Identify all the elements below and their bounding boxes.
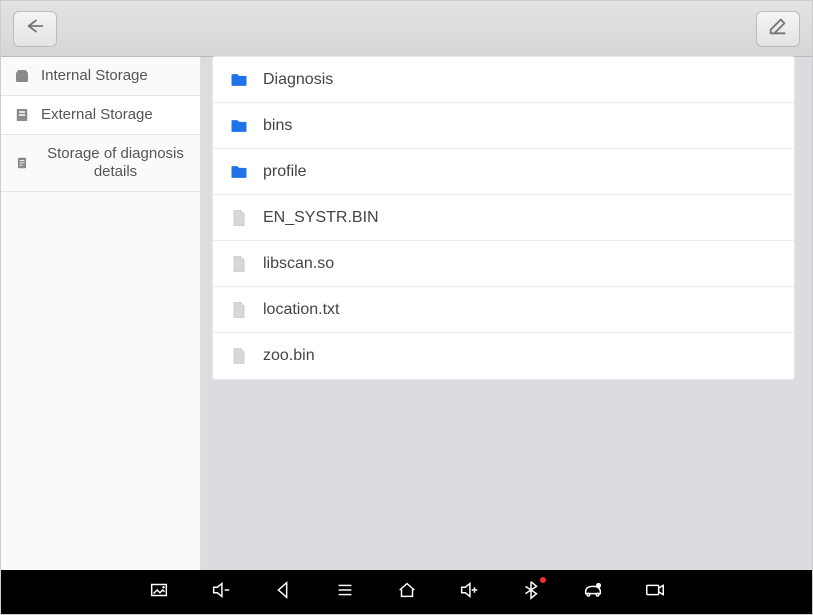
volume-up-button[interactable] bbox=[455, 578, 483, 606]
sidebar: Internal Storage External Storage Storag… bbox=[1, 57, 201, 570]
screenshot-icon bbox=[148, 579, 170, 606]
back-button[interactable] bbox=[13, 11, 57, 47]
file-name: location.txt bbox=[263, 301, 339, 319]
list-item-file[interactable]: EN_SYSTR.BIN bbox=[213, 195, 794, 241]
record-button[interactable] bbox=[641, 578, 669, 606]
list-item-file[interactable]: libscan.so bbox=[213, 241, 794, 287]
home-icon bbox=[396, 579, 418, 606]
list-item-folder[interactable]: profile bbox=[213, 149, 794, 195]
folder-icon bbox=[229, 116, 249, 136]
diagnostics-icon bbox=[582, 579, 604, 606]
sidebar-item-internal-storage[interactable]: Internal Storage bbox=[1, 57, 200, 96]
back-nav-button[interactable] bbox=[269, 578, 297, 606]
volume-down-button[interactable] bbox=[207, 578, 235, 606]
topbar bbox=[1, 1, 812, 57]
app-root: Internal Storage External Storage Storag… bbox=[0, 0, 813, 615]
list-item-file[interactable]: location.txt bbox=[213, 287, 794, 333]
file-name: Diagnosis bbox=[263, 71, 333, 89]
bluetooth-icon bbox=[520, 579, 542, 606]
file-icon bbox=[229, 254, 249, 274]
bottombar bbox=[1, 570, 812, 614]
file-name: bins bbox=[263, 117, 292, 135]
home-button[interactable] bbox=[393, 578, 421, 606]
body: Internal Storage External Storage Storag… bbox=[1, 57, 812, 570]
file-name: EN_SYSTR.BIN bbox=[263, 209, 379, 227]
volume-up-icon bbox=[458, 579, 480, 606]
record-icon bbox=[644, 579, 666, 606]
edit-icon bbox=[767, 15, 789, 42]
sidebar-item-label: Storage of diagnosis details bbox=[41, 145, 190, 181]
storage-diagnosis-icon bbox=[13, 154, 31, 172]
main-panel: Diagnosis bins profile bbox=[201, 57, 812, 570]
menu-button[interactable] bbox=[331, 578, 359, 606]
folder-icon bbox=[229, 162, 249, 182]
sidebar-item-label: External Storage bbox=[41, 106, 190, 124]
file-icon bbox=[229, 346, 249, 366]
menu-icon bbox=[334, 579, 356, 606]
file-name: libscan.so bbox=[263, 255, 334, 273]
file-name: profile bbox=[263, 163, 307, 181]
file-icon bbox=[229, 208, 249, 228]
back-arrow-icon bbox=[24, 15, 46, 42]
file-icon bbox=[229, 300, 249, 320]
sidebar-item-external-storage[interactable]: External Storage bbox=[1, 96, 200, 135]
file-list: Diagnosis bins profile bbox=[213, 57, 794, 379]
edit-button[interactable] bbox=[756, 11, 800, 47]
storage-external-icon bbox=[13, 106, 31, 124]
list-item-folder[interactable]: bins bbox=[213, 103, 794, 149]
bluetooth-button[interactable] bbox=[517, 578, 545, 606]
list-item-file[interactable]: zoo.bin bbox=[213, 333, 794, 379]
sidebar-item-label: Internal Storage bbox=[41, 67, 190, 85]
storage-internal-icon bbox=[13, 67, 31, 85]
volume-down-icon bbox=[210, 579, 232, 606]
notification-dot-icon bbox=[540, 577, 546, 583]
file-name: zoo.bin bbox=[263, 347, 315, 365]
sidebar-item-diagnosis-storage[interactable]: Storage of diagnosis details bbox=[1, 135, 200, 192]
screenshot-button[interactable] bbox=[145, 578, 173, 606]
list-item-folder[interactable]: Diagnosis bbox=[213, 57, 794, 103]
diagnostics-button[interactable] bbox=[579, 578, 607, 606]
folder-icon bbox=[229, 70, 249, 90]
back-nav-icon bbox=[272, 579, 294, 606]
